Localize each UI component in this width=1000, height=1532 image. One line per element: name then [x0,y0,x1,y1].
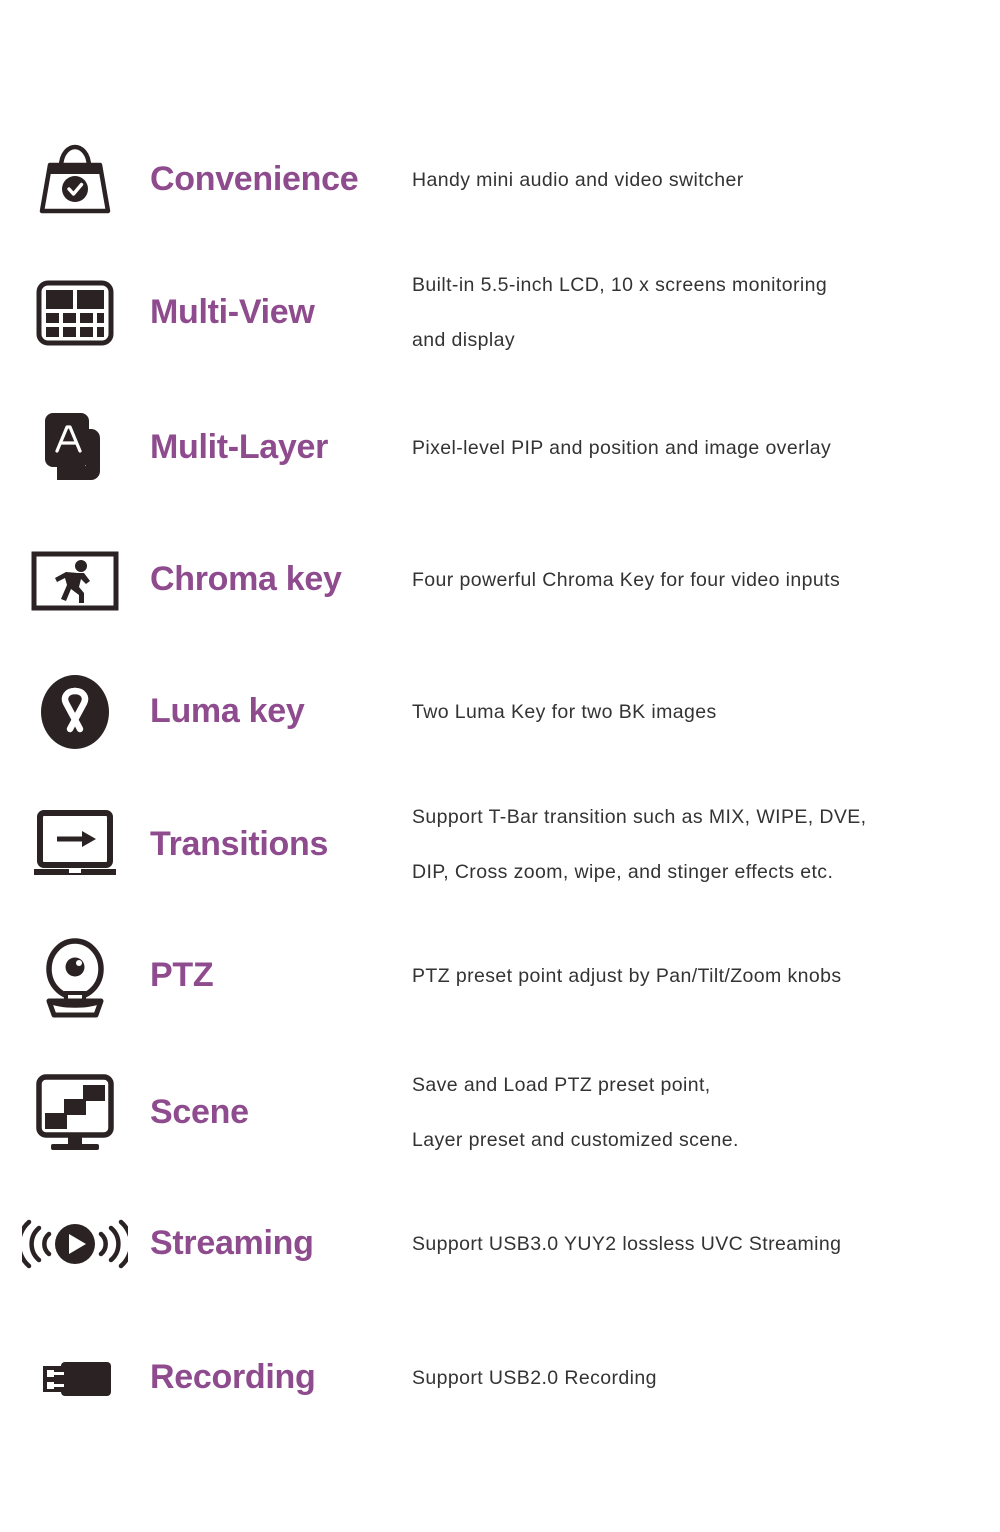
feature-description: Support USB3.0 YUY2 lossless UVC Streami… [412,1217,982,1272]
feature-title-cell: Recording [150,1358,412,1397]
desc-line: Four powerful Chroma Key for four video … [412,568,841,591]
feature-title-cell: Luma key [150,692,412,731]
feature-desc-cell: Support T-Bar transition such as MIX, WI… [412,790,1000,900]
desc-line: and display [412,329,516,351]
feature-row: Luma key Two Luma Key for two BK images [0,664,1000,760]
feature-desc-cell: Four powerful Chroma Key for four video … [412,553,1000,608]
feature-description: PTZ preset point adjust by Pan/Tilt/Zoom… [412,949,982,1004]
desc-line: Support USB3.0 YUY2 lossless UVC Streami… [412,1232,842,1255]
feature-description: Two Luma Key for two BK images [412,685,982,740]
desc-line: Support T-Bar transition such as MIX, WI… [412,806,867,828]
feature-title: Recording [150,1358,316,1397]
feature-desc-cell: Support USB3.0 YUY2 lossless UVC Streami… [412,1217,1000,1272]
feature-description: Handy mini audio and video switcher [412,153,982,208]
feature-desc-cell: PTZ preset point adjust by Pan/Tilt/Zoom… [412,949,1000,1004]
desc-line: DIP, Cross zoom, wipe, and stinger effec… [412,861,834,883]
desc-line: Built-in 5.5-inch LCD, 10 x screens moni… [412,274,828,296]
feature-title: Mulit-Layer [150,428,329,467]
feature-title-cell: Chroma key [150,560,412,599]
feature-description: Four powerful Chroma Key for four video … [412,553,982,608]
feature-title: Streaming [150,1224,314,1263]
feature-row: Mulit-Layer Pixel-level PIP and position… [0,400,1000,496]
feature-title: Convenience [150,160,359,199]
feature-title-cell: PTZ [150,956,412,995]
feature-title: Chroma key [150,560,342,599]
feature-title: Multi-View [150,293,315,332]
feature-desc-cell: Support USB2.0 Recording [412,1351,1000,1406]
feature-desc-cell: Save and Load PTZ preset point, Layer pr… [412,1058,1000,1168]
broadcast-play-icon [0,1210,150,1278]
feature-row: Transitions Support T-Bar transition suc… [0,790,1000,900]
feature-title-cell: Transitions [150,825,412,864]
feature-description: Built-in 5.5-inch LCD, 10 x screens moni… [412,258,982,368]
desc-line: Two Luma Key for two BK images [412,700,717,723]
usb-flash-drive-icon [0,1342,150,1414]
desc-line: Save and Load PTZ preset point, [412,1074,711,1096]
scene-monitor-blocks-icon [0,1071,150,1155]
feature-desc-cell: Pixel-level PIP and position and image o… [412,421,1000,476]
feature-row: Streaming Support USB3.0 YUY2 lossless U… [0,1196,1000,1292]
desc-line: Layer preset and customized scene. [412,1129,739,1151]
monitor-arrow-icon [0,807,150,883]
running-person-frame-icon [0,545,150,615]
ptz-camera-icon [0,933,150,1019]
feature-desc-cell: Two Luma Key for two BK images [412,685,1000,740]
feature-row: Convenience Handy mini audio and video s… [0,140,1000,220]
ribbon-circle-icon [0,671,150,753]
feature-row: Chroma key Four powerful Chroma Key for … [0,532,1000,628]
desc-line: Support USB2.0 Recording [412,1366,657,1389]
feature-title-cell: Multi-View [150,293,412,332]
feature-title-cell: Scene [150,1093,412,1132]
multiview-grid-icon [0,277,150,349]
feature-row: Multi-View Built-in 5.5-inch LCD, 10 x s… [0,258,1000,368]
feature-title: Luma key [150,692,305,731]
feature-description: Support T-Bar transition such as MIX, WI… [412,790,982,900]
feature-title-cell: Mulit-Layer [150,428,412,467]
feature-description: Support USB2.0 Recording [412,1351,982,1406]
feature-title-cell: Convenience [150,160,412,199]
desc-line: PTZ preset point adjust by Pan/Tilt/Zoom… [412,964,842,987]
feature-title-cell: Streaming [150,1224,412,1263]
shopping-bag-check-icon [0,143,150,217]
feature-desc-cell: Handy mini audio and video switcher [412,153,1000,208]
desc-line: Pixel-level PIP and position and image o… [412,436,832,459]
desc-line: Handy mini audio and video switcher [412,168,744,191]
feature-title: PTZ [150,956,214,995]
feature-title: Scene [150,1093,249,1132]
feature-description: Save and Load PTZ preset point, Layer pr… [412,1058,982,1168]
feature-row: Recording Support USB2.0 Recording [0,1330,1000,1426]
feature-row: Scene Save and Load PTZ preset point, La… [0,1058,1000,1168]
feature-description: Pixel-level PIP and position and image o… [412,421,982,476]
feature-desc-cell: Built-in 5.5-inch LCD, 10 x screens moni… [412,258,1000,368]
layered-cards-a-icon [0,405,150,491]
feature-row: PTZ PTZ preset point adjust by Pan/Tilt/… [0,928,1000,1024]
feature-title: Transitions [150,825,329,864]
